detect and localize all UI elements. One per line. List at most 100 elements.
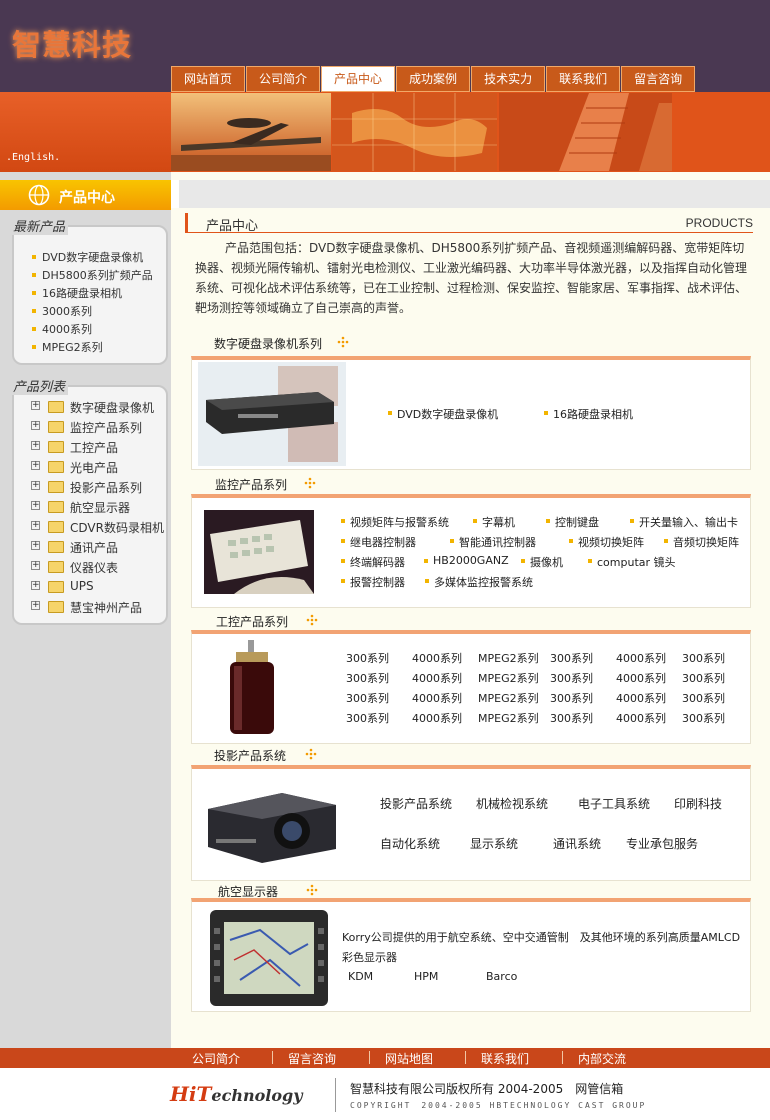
expand-icon[interactable]: + [31,421,40,430]
product-link[interactable]: 摄像机 [521,554,563,570]
expand-icon[interactable]: + [31,401,40,410]
nav-technology[interactable]: 技术实力 [471,66,546,92]
product-link[interactable]: 终端解码器 [341,554,405,570]
product-link[interactable]: 多媒体监控报警系统 [425,574,533,590]
product-list-title: 产品列表 [10,376,69,395]
product-link[interactable]: 印刷科技 [674,795,722,812]
nav-about[interactable]: 公司简介 [246,66,321,92]
grid-cell[interactable]: 300系列 [550,650,593,666]
grid-cell[interactable]: 300系列 [550,710,593,726]
grid-cell[interactable]: 4000系列 [412,650,462,666]
latest-products-title: 最新产品 [10,216,69,235]
grid-cell[interactable]: MPEG2系列 [478,710,539,726]
arrow-dots-icon [306,614,318,626]
category-title-surveillance[interactable]: 监控产品系列 [215,476,287,493]
product-link[interactable]: 专业承包服务 [626,835,698,852]
grid-cell[interactable]: 4000系列 [616,690,666,706]
grid-cell[interactable]: 300系列 [346,670,389,686]
nav-home[interactable]: 网站首页 [171,66,246,92]
avionics-display-image [210,910,328,1006]
nav-guestbook[interactable]: 留言咨询 [621,66,696,92]
expand-icon[interactable]: + [31,461,40,470]
brand-link[interactable]: Barco [486,970,517,983]
grid-cell[interactable]: 4000系列 [412,710,462,726]
grid-cell[interactable]: 4000系列 [412,670,462,686]
product-link[interactable]: 投影产品系统 [380,795,452,812]
latest-item[interactable]: 3000系列 [32,303,92,319]
nav-products[interactable]: 产品中心 [321,66,396,92]
footer-link-guestbook[interactable]: 留言咨询 [288,1050,336,1067]
grid-cell[interactable]: MPEG2系列 [478,650,539,666]
expand-icon[interactable]: + [31,541,40,550]
latest-item[interactable]: MPEG2系列 [32,339,103,355]
expand-icon[interactable]: + [31,441,40,450]
footer-link-about[interactable]: 公司简介 [192,1050,240,1067]
grid-cell[interactable]: 4000系列 [412,690,462,706]
globe-icon [28,184,50,206]
expand-icon[interactable]: + [31,481,40,490]
product-link[interactable]: 显示系统 [470,835,518,852]
latest-item[interactable]: 16路硬盘录相机 [32,285,122,301]
product-link[interactable]: 继电器控制器 [341,534,416,550]
brand-link[interactable]: HPM [414,970,438,983]
product-link[interactable]: 机械检视系统 [476,795,548,812]
latest-item[interactable]: DH5800系列扩频产品 [32,267,153,283]
product-panel-projection: 投影产品系统 机械检视系统 电子工具系统 印刷科技 自动化系统 显示系统 通讯系… [191,765,751,881]
category-title-industrial[interactable]: 工控产品系列 [216,613,288,630]
grid-cell[interactable]: 300系列 [682,710,725,726]
folder-icon [48,421,64,433]
product-link[interactable]: 音频切换矩阵 [664,534,739,550]
product-link[interactable]: 字幕机 [473,514,515,530]
brand-link[interactable]: KDM [348,970,373,983]
header: 智慧科技 网站首页 公司简介 产品中心 成功案例 技术实力 联系我们 留言咨询 [0,0,770,92]
product-link[interactable]: 自动化系统 [380,835,440,852]
nav-contact[interactable]: 联系我们 [546,66,621,92]
grid-cell[interactable]: 300系列 [682,690,725,706]
product-link[interactable]: DVD数字硬盘录像机 [387,406,498,422]
product-list-box: + 数字硬盘录像机 + 监控产品系列 + 工控产品 + 光电产品 + 投影产品系列 + 航空… [12,385,168,625]
product-link[interactable]: 报警控制器 [341,574,405,590]
latest-item[interactable]: 4000系列 [32,321,92,337]
product-link[interactable]: 16路硬盘录相机 [544,406,633,422]
product-link[interactable]: 视频矩阵与报警系统 [341,514,449,530]
grid-cell[interactable]: 300系列 [682,650,725,666]
grid-cell[interactable]: MPEG2系列 [478,690,539,706]
category-title-projection[interactable]: 投影产品系统 [214,747,286,764]
expand-icon[interactable]: + [31,501,40,510]
product-link[interactable]: 开关量输入、输出卡 [630,514,738,530]
grid-cell[interactable]: 300系列 [346,690,389,706]
product-link[interactable]: 控制键盘 [546,514,599,530]
expand-icon[interactable]: + [31,521,40,530]
arrow-dots-icon [337,336,349,348]
footer-link-contact[interactable]: 联系我们 [481,1050,529,1067]
english-link[interactable]: .English. [6,152,60,163]
site-logo[interactable]: 智慧科技 [12,22,132,64]
grid-cell[interactable]: MPEG2系列 [478,670,539,686]
product-link[interactable]: computar 镜头 [588,554,676,570]
grid-cell[interactable]: 4000系列 [616,650,666,666]
expand-icon[interactable]: + [31,601,40,610]
product-link[interactable]: 智能通讯控制器 [450,534,536,550]
product-link[interactable]: 通讯系统 [553,835,601,852]
nav-cases[interactable]: 成功案例 [396,66,471,92]
product-panel-dvr: DVD数字硬盘录像机 16路硬盘录相机 [191,356,751,470]
sidebar-title: 产品中心 [59,190,115,206]
product-link[interactable]: 电子工具系统 [578,795,650,812]
product-link[interactable]: 视频切换矩阵 [569,534,644,550]
grid-cell[interactable]: 300系列 [682,670,725,686]
expand-icon[interactable]: + [31,581,40,590]
avionics-description: Korry公司提供的用于航空系统、空中交通管制 及其他环境的系列高质量AMLCD… [342,931,741,964]
grid-cell[interactable]: 300系列 [550,670,593,686]
latest-item[interactable]: DVD数字硬盘录像机 [31,249,143,265]
product-link[interactable]: HB2000GANZ [424,554,509,567]
category-title-dvr[interactable]: 数字硬盘录像机系列 [214,335,322,352]
grid-cell[interactable]: 300系列 [550,690,593,706]
grid-cell[interactable]: 300系列 [346,650,389,666]
product-panel-avionics: Korry公司提供的用于航空系统、空中交通管制 及其他环境的系列高质量AMLCD… [191,898,751,1012]
footer-link-sitemap[interactable]: 网站地图 [385,1050,433,1067]
grid-cell[interactable]: 4000系列 [616,670,666,686]
footer-link-internal[interactable]: 内部交流 [578,1050,626,1067]
grid-cell[interactable]: 300系列 [346,710,389,726]
expand-icon[interactable]: + [31,561,40,570]
grid-cell[interactable]: 4000系列 [616,710,666,726]
